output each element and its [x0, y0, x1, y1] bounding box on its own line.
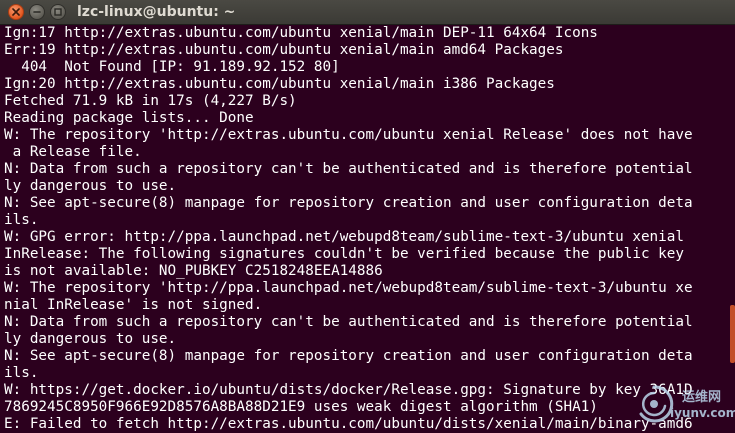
terminal-line: is not available: NO_PUBKEY C2518248EEA1…	[4, 263, 383, 279]
terminal-line: ly dangerous to use.	[4, 178, 177, 194]
watermark-logo-icon	[639, 385, 674, 423]
terminal-window: lzc-linux@ubuntu: ~ Ign:17 http://extras…	[0, 0, 735, 433]
terminal-line: E: Failed to fetch http://extras.ubuntu.…	[4, 416, 693, 432]
minimize-button[interactable]	[29, 4, 45, 20]
terminal-line: ils.	[4, 212, 39, 228]
terminal-line: N: Data from such a repository can't be …	[4, 161, 693, 177]
terminal-line: W: The repository 'http://ppa.launchpad.…	[4, 280, 693, 296]
terminal-line: Reading package lists... Done	[4, 110, 254, 126]
terminal-line: W: https://get.docker.io/ubuntu/dists/do…	[4, 382, 693, 398]
maximize-icon	[54, 8, 62, 16]
watermark-text-cn: 运维网	[682, 390, 722, 405]
terminal-line: 7869245C8950F966E92D8576A8BA88D21E9 uses…	[4, 399, 598, 415]
terminal-line: Ign:20 http://extras.ubuntu.com/ubuntu x…	[4, 76, 555, 92]
terminal-output[interactable]: Ign:17 http://extras.ubuntu.com/ubuntu x…	[4, 25, 728, 433]
terminal-line: ly dangerous to use.	[4, 331, 177, 347]
window-title: lzc-linux@ubuntu: ~	[77, 4, 236, 20]
terminal-line: Fetched 71.9 kB in 17s (4,227 B/s)	[4, 93, 297, 109]
minimize-icon	[33, 11, 41, 13]
terminal-line: InRelease: The following signatures coul…	[4, 246, 684, 262]
terminal-line: N: See apt-secure(8) manpage for reposit…	[4, 348, 693, 364]
close-icon	[12, 8, 20, 16]
terminal-line: W: GPG error: http://ppa.launchpad.net/w…	[4, 229, 684, 245]
terminal-line: Err:19 http://extras.ubuntu.com/ubuntu x…	[4, 42, 564, 58]
terminal-line: N: See apt-secure(8) manpage for reposit…	[4, 195, 693, 211]
terminal-line: nial InRelease' is not signed.	[4, 297, 263, 313]
terminal-line: N: Data from such a repository can't be …	[4, 314, 693, 330]
terminal-scrollbar[interactable]	[728, 25, 735, 433]
watermark-text-url: iyunv.com	[670, 406, 735, 420]
terminal-line: 404 Not Found [IP: 91.189.92.152 80]	[4, 59, 340, 75]
terminal-line: W: The repository 'http://extras.ubuntu.…	[4, 127, 693, 143]
title-bar[interactable]: lzc-linux@ubuntu: ~	[0, 0, 735, 25]
terminal-line: ils.	[4, 365, 39, 381]
close-button[interactable]	[8, 4, 24, 20]
terminal-line: a Release file.	[4, 144, 142, 160]
terminal-line: Ign:17 http://extras.ubuntu.com/ubuntu x…	[4, 25, 598, 41]
maximize-button[interactable]	[50, 4, 66, 20]
watermark: 运维网 iyunv.com	[626, 380, 735, 430]
scrollbar-thumb[interactable]	[730, 305, 735, 363]
